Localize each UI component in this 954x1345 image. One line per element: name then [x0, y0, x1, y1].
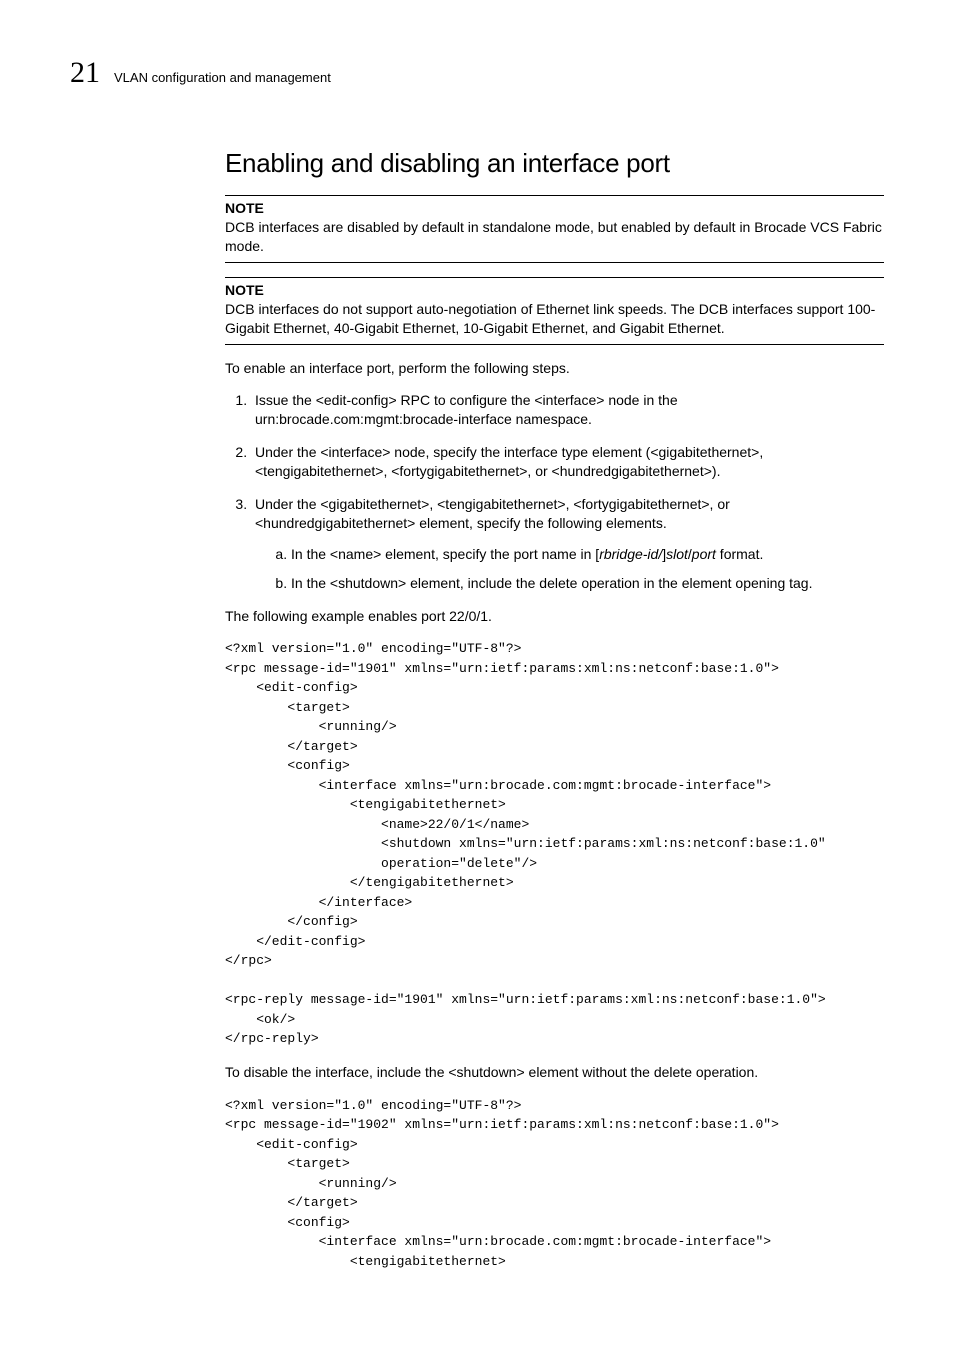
code-block: <?xml version="1.0" encoding="UTF-8"?> <… [225, 639, 884, 1049]
substeps-list: In the <name> element, specify the port … [255, 545, 884, 593]
note-body: DCB interfaces are disabled by default i… [225, 218, 884, 256]
rule [225, 195, 884, 196]
chapter-title: VLAN configuration and management [114, 70, 331, 85]
list-item: In the <name> element, specify the port … [291, 545, 884, 564]
text: In the <name> element, specify the port … [291, 546, 599, 562]
chapter-number: 21 [70, 58, 100, 88]
italic: rbridge-id/ [599, 546, 662, 562]
intro-paragraph: To enable an interface port, perform the… [225, 359, 884, 378]
page: 21 VLAN configuration and management Ena… [0, 0, 954, 1345]
text: format. [716, 546, 763, 562]
example-intro: The following example enables port 22/0/… [225, 607, 884, 626]
italic: port [692, 546, 716, 562]
content: Enabling and disabling an interface port… [225, 148, 884, 1271]
list-item: In the <shutdown> element, include the d… [291, 574, 884, 593]
code-block: <?xml version="1.0" encoding="UTF-8"?> <… [225, 1096, 884, 1272]
page-header: 21 VLAN configuration and management [70, 58, 884, 88]
section-title: Enabling and disabling an interface port [225, 148, 884, 179]
list-item: Under the <gigabitethernet>, <tengigabit… [251, 495, 884, 593]
note-label: NOTE [225, 282, 884, 298]
italic: slot [666, 546, 688, 562]
rule [225, 277, 884, 278]
note-body: DCB interfaces do not support auto-negot… [225, 300, 884, 338]
list-item: Issue the <edit-config> RPC to configure… [251, 391, 884, 429]
list-item: Under the <interface> node, specify the … [251, 443, 884, 481]
rule [225, 262, 884, 263]
rule [225, 344, 884, 345]
steps-list: Issue the <edit-config> RPC to configure… [225, 391, 884, 592]
disable-intro: To disable the interface, include the <s… [225, 1063, 884, 1082]
step-text: Under the <gigabitethernet>, <tengigabit… [255, 496, 730, 531]
note-label: NOTE [225, 200, 884, 216]
